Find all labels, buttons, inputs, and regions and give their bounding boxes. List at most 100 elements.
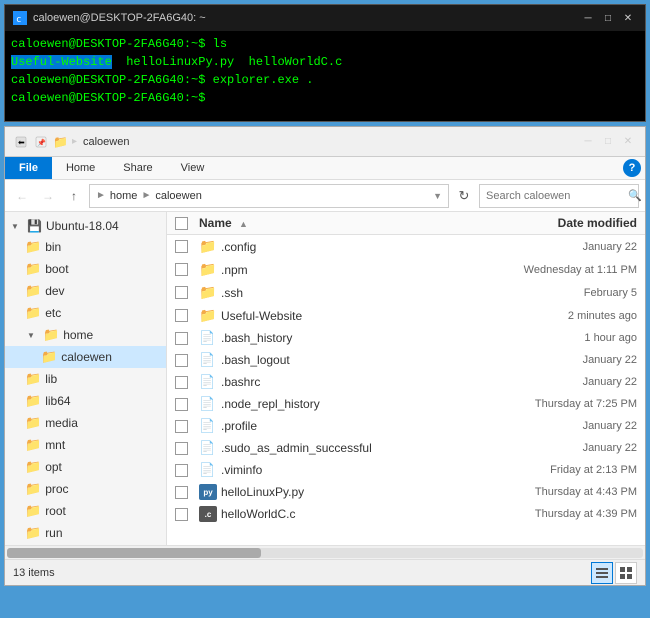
- sidebar-item-lib[interactable]: 📁 lib: [5, 368, 166, 390]
- file-date: January 22: [457, 241, 637, 253]
- sidebar-item-caloewen[interactable]: 📁 caloewen: [5, 346, 166, 368]
- tile-view-button[interactable]: [615, 562, 637, 584]
- search-button[interactable]: 🔍: [628, 189, 642, 202]
- horizontal-scrollbar[interactable]: [5, 545, 645, 559]
- sidebar-item-proc[interactable]: 📁 proc: [5, 478, 166, 500]
- sidebar-item-opt[interactable]: 📁 opt: [5, 456, 166, 478]
- sidebar-item-boot[interactable]: 📁 boot: [5, 258, 166, 280]
- file-date: Thursday at 4:43 PM: [457, 486, 637, 498]
- detail-view-button[interactable]: [591, 562, 613, 584]
- sidebar: ▼ 💾 Ubuntu-18.04 📁 bin 📁 boot 📁 dev 📁 et…: [5, 212, 167, 545]
- file-icon-cell: 📄: [199, 418, 221, 434]
- path-dropdown-icon[interactable]: ▼: [433, 191, 442, 201]
- file-name: .npm: [221, 263, 457, 277]
- table-row[interactable]: 📄 .node_repl_history Thursday at 7:25 PM: [167, 393, 645, 415]
- ribbon-tab-share[interactable]: Share: [109, 157, 166, 179]
- row-checkbox[interactable]: [175, 309, 188, 322]
- up-button[interactable]: ↑: [63, 185, 85, 207]
- select-all-checkbox[interactable]: [175, 217, 188, 230]
- sidebar-item-run[interactable]: 📁 run: [5, 522, 166, 544]
- svg-text:c: c: [16, 15, 21, 24]
- file-name: .profile: [221, 419, 457, 433]
- table-row[interactable]: 📄 .bashrc January 22: [167, 371, 645, 393]
- table-row[interactable]: py helloLinuxPy.py Thursday at 4:43 PM: [167, 481, 645, 503]
- row-checkbox[interactable]: [175, 420, 188, 433]
- row-checkbox[interactable]: [175, 354, 188, 367]
- table-row[interactable]: .c helloWorldC.c Thursday at 4:39 PM: [167, 503, 645, 525]
- address-bar: ← → ↑ ► home ► caloewen ▼ ↻ 🔍: [5, 180, 645, 212]
- sidebar-item-bin[interactable]: 📁 bin: [5, 236, 166, 258]
- sidebar-item-home[interactable]: ▼ 📁 home: [5, 324, 166, 346]
- file-name: .sudo_as_admin_successful: [221, 441, 457, 455]
- explorer-close-button[interactable]: ✕: [619, 134, 637, 150]
- file-date: Friday at 2:13 PM: [457, 464, 637, 476]
- row-checkbox[interactable]: [175, 240, 188, 253]
- hscroll-bar[interactable]: [7, 548, 643, 558]
- help-button[interactable]: ?: [623, 159, 641, 177]
- folder-icon-run: 📁: [25, 525, 41, 541]
- address-path[interactable]: ► home ► caloewen ▼: [89, 184, 449, 208]
- file-icon-cell: 📄: [199, 352, 221, 368]
- file-date: Wednesday at 1:11 PM: [457, 264, 637, 276]
- explorer-maximize-button[interactable]: □: [599, 134, 617, 150]
- file-name: .ssh: [221, 286, 457, 300]
- ribbon-tab-view[interactable]: View: [167, 157, 219, 179]
- table-row[interactable]: 📄 .viminfo Friday at 2:13 PM: [167, 459, 645, 481]
- table-row[interactable]: 📁 .config January 22: [167, 235, 645, 258]
- table-row[interactable]: 📄 .bash_logout January 22: [167, 349, 645, 371]
- table-row[interactable]: 📁 .ssh February 5: [167, 281, 645, 304]
- ribbon-tab-home[interactable]: Home: [52, 157, 109, 179]
- sidebar-item-dev[interactable]: 📁 dev: [5, 280, 166, 302]
- explorer-titlebar: ⬅ 📌 📁 ▸ caloewen ─ □ ✕: [5, 127, 645, 157]
- hscroll-thumb[interactable]: [7, 548, 261, 558]
- folder-icon-etc: 📁: [25, 305, 41, 321]
- expand-icon-ubuntu: ▼: [9, 220, 21, 232]
- terminal-close-button[interactable]: ✕: [619, 10, 637, 26]
- row-checkbox[interactable]: [175, 263, 188, 276]
- file-rows-container: 📁 .config January 22 📁 .npm Wednesday at…: [167, 235, 645, 525]
- sidebar-item-lib64[interactable]: 📁 lib64: [5, 390, 166, 412]
- sidebar-label-lib64: lib64: [45, 394, 70, 408]
- table-row[interactable]: 📁 Useful-Website 2 minutes ago: [167, 304, 645, 327]
- row-checkbox[interactable]: [175, 398, 188, 411]
- row-checkbox[interactable]: [175, 376, 188, 389]
- file-name: .bash_logout: [221, 353, 457, 367]
- forward-button[interactable]: →: [37, 185, 59, 207]
- terminal-minimize-button[interactable]: ─: [579, 10, 597, 26]
- refresh-button[interactable]: ↻: [453, 185, 475, 207]
- row-checkbox[interactable]: [175, 286, 188, 299]
- terminal-body: caloewen@DESKTOP-2FA6G40:~$ ls Useful-We…: [5, 31, 645, 121]
- file-icon-cell: 📄: [199, 330, 221, 346]
- header-date[interactable]: Date modified: [457, 216, 637, 230]
- row-checkbox[interactable]: [175, 464, 188, 477]
- sidebar-item-etc[interactable]: 📁 etc: [5, 302, 166, 324]
- terminal-maximize-button[interactable]: □: [599, 10, 617, 26]
- sidebar-item-mnt[interactable]: 📁 mnt: [5, 434, 166, 456]
- search-input[interactable]: [486, 190, 628, 202]
- file-name: .viminfo: [221, 463, 457, 477]
- ribbon-tab-file[interactable]: File: [5, 157, 52, 179]
- sidebar-item-ubuntu[interactable]: ▼ 💾 Ubuntu-18.04: [5, 216, 166, 236]
- sidebar-item-media[interactable]: 📁 media: [5, 412, 166, 434]
- table-row[interactable]: 📄 .bash_history 1 hour ago: [167, 327, 645, 349]
- header-name[interactable]: Name ▲: [199, 216, 457, 230]
- row-checkbox[interactable]: [175, 332, 188, 345]
- row-checkbox[interactable]: [175, 508, 188, 521]
- table-row[interactable]: 📄 .sudo_as_admin_successful January 22: [167, 437, 645, 459]
- file-list-header: Name ▲ Date modified: [167, 212, 645, 235]
- path-part-caloewen: caloewen: [155, 190, 201, 202]
- terminal-window-controls: ─ □ ✕: [579, 10, 637, 26]
- folder-icon: 📁: [199, 307, 216, 324]
- row-checkbox[interactable]: [175, 486, 188, 499]
- file-date: 1 hour ago: [457, 332, 637, 344]
- row-checkbox[interactable]: [175, 442, 188, 455]
- pin-icon: 📌: [33, 134, 49, 150]
- table-row[interactable]: 📁 .npm Wednesday at 1:11 PM: [167, 258, 645, 281]
- sidebar-label-home: home: [63, 328, 93, 342]
- explorer-minimize-button[interactable]: ─: [579, 134, 597, 150]
- folder-icon-bin: 📁: [25, 239, 41, 255]
- back-button[interactable]: ←: [11, 185, 33, 207]
- table-row[interactable]: 📄 .profile January 22: [167, 415, 645, 437]
- sidebar-item-root[interactable]: 📁 root: [5, 500, 166, 522]
- row-check: [175, 420, 199, 433]
